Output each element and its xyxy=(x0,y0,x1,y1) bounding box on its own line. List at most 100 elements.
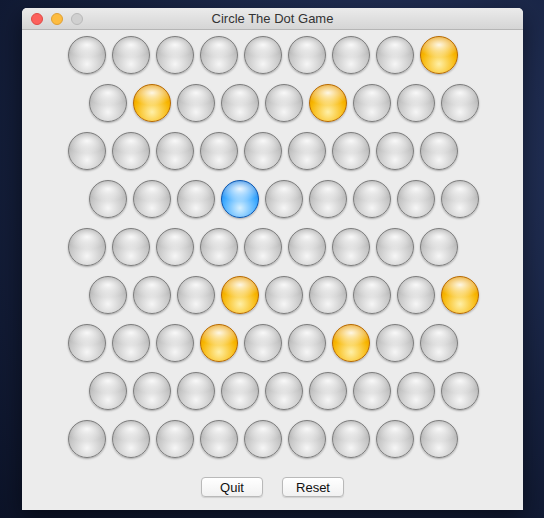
board-row xyxy=(68,228,523,266)
empty-cell[interactable] xyxy=(441,180,479,218)
empty-cell[interactable] xyxy=(112,420,150,458)
blocked-cell[interactable] xyxy=(221,276,259,314)
blocked-cell[interactable] xyxy=(133,84,171,122)
zoom-button[interactable] xyxy=(71,13,83,25)
empty-cell[interactable] xyxy=(332,36,370,74)
empty-cell[interactable] xyxy=(68,420,106,458)
action-button[interactable]: Quit xyxy=(201,477,263,497)
empty-cell[interactable] xyxy=(89,276,127,314)
empty-cell[interactable] xyxy=(89,180,127,218)
board-row xyxy=(68,324,523,362)
empty-cell[interactable] xyxy=(112,228,150,266)
blocked-cell[interactable] xyxy=(441,276,479,314)
title-bar: Circle The Dot Game xyxy=(22,8,523,30)
empty-cell[interactable] xyxy=(309,372,347,410)
empty-cell[interactable] xyxy=(244,324,282,362)
empty-cell[interactable] xyxy=(441,372,479,410)
empty-cell[interactable] xyxy=(200,420,238,458)
empty-cell[interactable] xyxy=(221,84,259,122)
empty-cell[interactable] xyxy=(133,372,171,410)
empty-cell[interactable] xyxy=(156,132,194,170)
empty-cell[interactable] xyxy=(156,36,194,74)
empty-cell[interactable] xyxy=(441,84,479,122)
empty-cell[interactable] xyxy=(265,84,303,122)
empty-cell[interactable] xyxy=(68,324,106,362)
empty-cell[interactable] xyxy=(112,132,150,170)
empty-cell[interactable] xyxy=(244,420,282,458)
game-content: Quit Reset xyxy=(22,30,523,510)
empty-cell[interactable] xyxy=(156,324,194,362)
empty-cell[interactable] xyxy=(112,324,150,362)
empty-cell[interactable] xyxy=(332,228,370,266)
empty-cell[interactable] xyxy=(288,228,326,266)
board-row xyxy=(68,132,523,170)
empty-cell[interactable] xyxy=(309,276,347,314)
empty-cell[interactable] xyxy=(420,228,458,266)
empty-cell[interactable] xyxy=(288,132,326,170)
board-row xyxy=(68,36,523,74)
empty-cell[interactable] xyxy=(376,420,414,458)
empty-cell[interactable] xyxy=(288,420,326,458)
blocked-cell[interactable] xyxy=(420,36,458,74)
empty-cell[interactable] xyxy=(177,372,215,410)
empty-cell[interactable] xyxy=(420,324,458,362)
empty-cell[interactable] xyxy=(353,84,391,122)
empty-cell[interactable] xyxy=(68,36,106,74)
empty-cell[interactable] xyxy=(376,324,414,362)
empty-cell[interactable] xyxy=(177,276,215,314)
empty-cell[interactable] xyxy=(177,180,215,218)
empty-cell[interactable] xyxy=(420,420,458,458)
empty-cell[interactable] xyxy=(288,324,326,362)
empty-cell[interactable] xyxy=(353,180,391,218)
empty-cell[interactable] xyxy=(376,36,414,74)
button-bar: Quit Reset xyxy=(22,477,523,497)
empty-cell[interactable] xyxy=(244,36,282,74)
action-button[interactable]: Reset xyxy=(282,477,344,497)
empty-cell[interactable] xyxy=(200,36,238,74)
empty-cell[interactable] xyxy=(156,228,194,266)
empty-cell[interactable] xyxy=(156,420,194,458)
desktop: Circle The Dot Game Quit Reset xyxy=(0,0,544,510)
blocked-cell[interactable] xyxy=(309,84,347,122)
empty-cell[interactable] xyxy=(265,276,303,314)
empty-cell[interactable] xyxy=(332,132,370,170)
empty-cell[interactable] xyxy=(68,228,106,266)
empty-cell[interactable] xyxy=(288,36,326,74)
empty-cell[interactable] xyxy=(265,180,303,218)
empty-cell[interactable] xyxy=(200,228,238,266)
empty-cell[interactable] xyxy=(353,276,391,314)
empty-cell[interactable] xyxy=(397,276,435,314)
empty-cell[interactable] xyxy=(420,132,458,170)
empty-cell[interactable] xyxy=(353,372,391,410)
board xyxy=(68,36,523,458)
window-title: Circle The Dot Game xyxy=(22,11,523,26)
board-row xyxy=(68,84,523,122)
empty-cell[interactable] xyxy=(89,84,127,122)
blocked-cell[interactable] xyxy=(200,324,238,362)
board-row xyxy=(68,180,523,218)
empty-cell[interactable] xyxy=(177,84,215,122)
empty-cell[interactable] xyxy=(244,228,282,266)
empty-cell[interactable] xyxy=(112,36,150,74)
blocked-cell[interactable] xyxy=(332,324,370,362)
empty-cell[interactable] xyxy=(200,132,238,170)
empty-cell[interactable] xyxy=(332,420,370,458)
empty-cell[interactable] xyxy=(265,372,303,410)
empty-cell[interactable] xyxy=(397,180,435,218)
empty-cell[interactable] xyxy=(397,372,435,410)
empty-cell[interactable] xyxy=(133,180,171,218)
empty-cell[interactable] xyxy=(89,372,127,410)
dot-cell[interactable] xyxy=(221,180,259,218)
empty-cell[interactable] xyxy=(397,84,435,122)
minimize-button[interactable] xyxy=(51,13,63,25)
close-button[interactable] xyxy=(31,13,43,25)
empty-cell[interactable] xyxy=(68,132,106,170)
empty-cell[interactable] xyxy=(376,132,414,170)
empty-cell[interactable] xyxy=(244,132,282,170)
empty-cell[interactable] xyxy=(221,372,259,410)
board-row xyxy=(68,276,523,314)
empty-cell[interactable] xyxy=(133,276,171,314)
board-row xyxy=(68,420,523,458)
empty-cell[interactable] xyxy=(309,180,347,218)
empty-cell[interactable] xyxy=(376,228,414,266)
